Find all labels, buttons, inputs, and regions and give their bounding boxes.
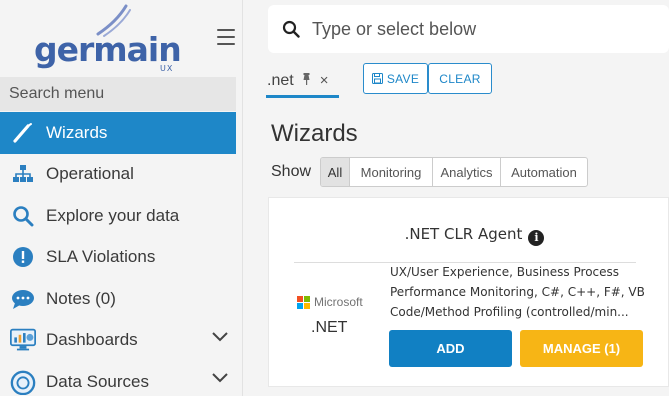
tab-net[interactable]: .net × bbox=[266, 66, 339, 98]
microsoft-logo: Microsoft bbox=[297, 295, 363, 309]
floppy-disk-icon bbox=[371, 73, 383, 84]
manage-button[interactable]: MANAGE (1) bbox=[520, 330, 643, 367]
filter-all[interactable]: All bbox=[321, 158, 350, 186]
description-line: Code/Method Profiling (controlled/min... bbox=[390, 305, 629, 319]
close-icon[interactable]: × bbox=[320, 72, 329, 89]
clear-label: CLEAR bbox=[439, 71, 481, 86]
logo-suffix: UX bbox=[160, 64, 174, 73]
filter-monitoring[interactable]: Monitoring bbox=[350, 158, 433, 186]
description-line: Performance Monitoring, C#, C++, F#, VB bbox=[390, 285, 645, 299]
sidebar-menu: Wizards Operational Explore your data SL… bbox=[0, 112, 236, 396]
chevron-down-icon[interactable] bbox=[212, 331, 228, 342]
database-icon bbox=[10, 370, 36, 395]
search-icon bbox=[282, 20, 300, 38]
sidebar-item-label: Operational bbox=[46, 164, 134, 184]
wand-icon bbox=[10, 121, 36, 145]
sidebar-item-operational[interactable]: Operational bbox=[0, 154, 236, 196]
sidebar-item-label: Notes (0) bbox=[46, 288, 116, 308]
sidebar-item-label: Explore your data bbox=[46, 205, 180, 225]
filter-segmented-control: All Monitoring Analytics Automation bbox=[320, 157, 588, 187]
sidebar-item-label: Wizards bbox=[46, 122, 108, 142]
filter-automation[interactable]: Automation bbox=[501, 158, 587, 186]
wizard-card: .NET CLR Agent i Microsoft .NET UX/User E… bbox=[268, 197, 669, 387]
sidebar-item-explore[interactable]: Explore your data bbox=[0, 195, 236, 237]
tab-label: .net bbox=[267, 71, 294, 89]
sidebar-item-wizards[interactable]: Wizards bbox=[0, 112, 236, 154]
card-title: .NET CLR Agent i bbox=[269, 225, 668, 246]
description-line: UX/User Experience, Business Process bbox=[390, 265, 620, 279]
vendor-name: Microsoft bbox=[314, 295, 363, 309]
global-search-placeholder: Type or select below bbox=[312, 18, 477, 39]
sitemap-icon bbox=[10, 162, 36, 186]
sidebar-item-notes[interactable]: Notes (0) bbox=[0, 278, 236, 320]
chevron-down-icon[interactable] bbox=[212, 373, 228, 383]
comment-icon bbox=[10, 287, 36, 311]
save-label: SAVE bbox=[386, 71, 420, 86]
info-icon[interactable]: i bbox=[528, 230, 545, 246]
search-menu-input[interactable] bbox=[0, 77, 236, 111]
sidebar-item-dashboards[interactable]: Dashboards bbox=[0, 320, 236, 362]
sidebar-item-label: Dashboards bbox=[46, 330, 138, 350]
card-description: UX/User Experience, Business Process Per… bbox=[390, 262, 645, 322]
add-button[interactable]: ADD bbox=[389, 330, 512, 367]
germain-logo[interactable]: germain UX bbox=[30, 4, 182, 74]
dashboard-monitor-icon bbox=[10, 328, 36, 352]
main-content: Type or select below .net × SAVE CLEAR W… bbox=[243, 0, 669, 396]
card-title-text: .NET CLR Agent bbox=[404, 225, 523, 243]
search-icon bbox=[10, 204, 36, 228]
clear-button[interactable]: CLEAR bbox=[428, 63, 492, 94]
logo-wordmark: germain bbox=[34, 30, 182, 69]
product-name: .NET bbox=[311, 319, 348, 336]
microsoft-squares-icon bbox=[297, 295, 310, 309]
save-button[interactable]: SAVE bbox=[363, 63, 428, 94]
sidebar: germain UX Wizards Operational Explore y… bbox=[0, 0, 243, 396]
sidebar-item-label: SLA Violations bbox=[46, 247, 156, 267]
alert-circle-icon bbox=[10, 245, 36, 269]
sidebar-item-sla-violations[interactable]: SLA Violations bbox=[0, 237, 236, 279]
global-search-input[interactable]: Type or select below bbox=[268, 5, 669, 53]
sidebar-item-data-sources[interactable]: Data Sources bbox=[0, 361, 236, 396]
page-title: Wizards bbox=[271, 120, 358, 147]
filter-analytics[interactable]: Analytics bbox=[433, 158, 501, 186]
show-label: Show bbox=[271, 163, 312, 180]
pin-icon[interactable] bbox=[302, 73, 311, 88]
hamburger-menu-icon[interactable] bbox=[217, 29, 235, 45]
sidebar-item-label: Data Sources bbox=[46, 371, 149, 391]
